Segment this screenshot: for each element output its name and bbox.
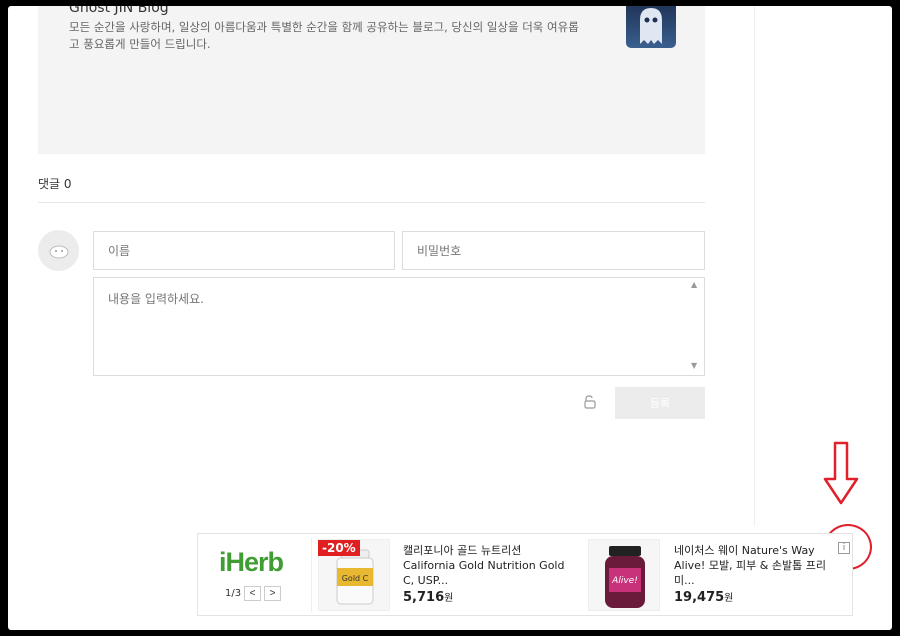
product-title[interactable]: 캘리포니아 골드 뉴트리션 California Gold Nutrition … xyxy=(403,543,573,588)
browser-viewport: Ghost JIN Blog 모든 순간을 사랑하며, 일상의 아름다움과 특별… xyxy=(8,6,892,630)
ad-page-indicator: 1/3 xyxy=(225,588,242,599)
comment-count: 댓글 0 xyxy=(38,177,72,191)
scroll-up-icon[interactable]: ▲ xyxy=(691,280,697,289)
discount-badge: -20% xyxy=(318,540,360,556)
ad-prev-button[interactable]: < xyxy=(244,586,262,601)
ad-info-icon[interactable]: i xyxy=(838,542,850,554)
sidebar-divider xyxy=(754,6,755,526)
product-image-alive[interactable]: Alive! xyxy=(588,539,660,611)
iherb-logo[interactable]: iHerb xyxy=(219,547,284,578)
ad-divider xyxy=(311,538,312,612)
svg-text:Alive!: Alive! xyxy=(611,576,638,586)
svg-text:Gold C: Gold C xyxy=(342,574,369,583)
product-price: 19,475원 xyxy=(674,590,734,605)
name-input[interactable] xyxy=(93,231,395,270)
ad-banner: iHerb 1/3 < > Gold C -20% 캘리포니아 골드 뉴트리션 … xyxy=(197,533,853,616)
comment-textarea[interactable] xyxy=(93,277,705,376)
product-price: 5,716원 xyxy=(403,590,454,605)
ad-pager: 1/3 < > xyxy=(225,586,282,601)
product-title[interactable]: 네이처스 웨이 Nature's Way Alive! 모발, 피부 & 손발톱… xyxy=(674,543,844,588)
blog-card[interactable]: Ghost JIN Blog 모든 순간을 사랑하며, 일상의 아름다움과 특별… xyxy=(38,6,705,154)
submit-button[interactable]: 등록 xyxy=(615,387,705,419)
annotation-arrow-icon xyxy=(823,441,859,505)
default-avatar-icon xyxy=(49,245,68,258)
blog-description: 모든 순간을 사랑하며, 일상의 아름다움과 특별한 순간을 함께 공유하는 블… xyxy=(69,20,579,51)
avatar xyxy=(38,230,79,271)
secret-lock-icon[interactable] xyxy=(582,394,598,410)
comment-divider xyxy=(38,202,705,203)
blog-thumbnail-ghost-icon[interactable] xyxy=(626,6,676,48)
ad-next-button[interactable]: > xyxy=(264,586,282,601)
password-input[interactable] xyxy=(402,231,705,270)
scroll-down-icon[interactable]: ▼ xyxy=(691,361,697,370)
blog-title[interactable]: Ghost JIN Blog xyxy=(69,6,169,16)
